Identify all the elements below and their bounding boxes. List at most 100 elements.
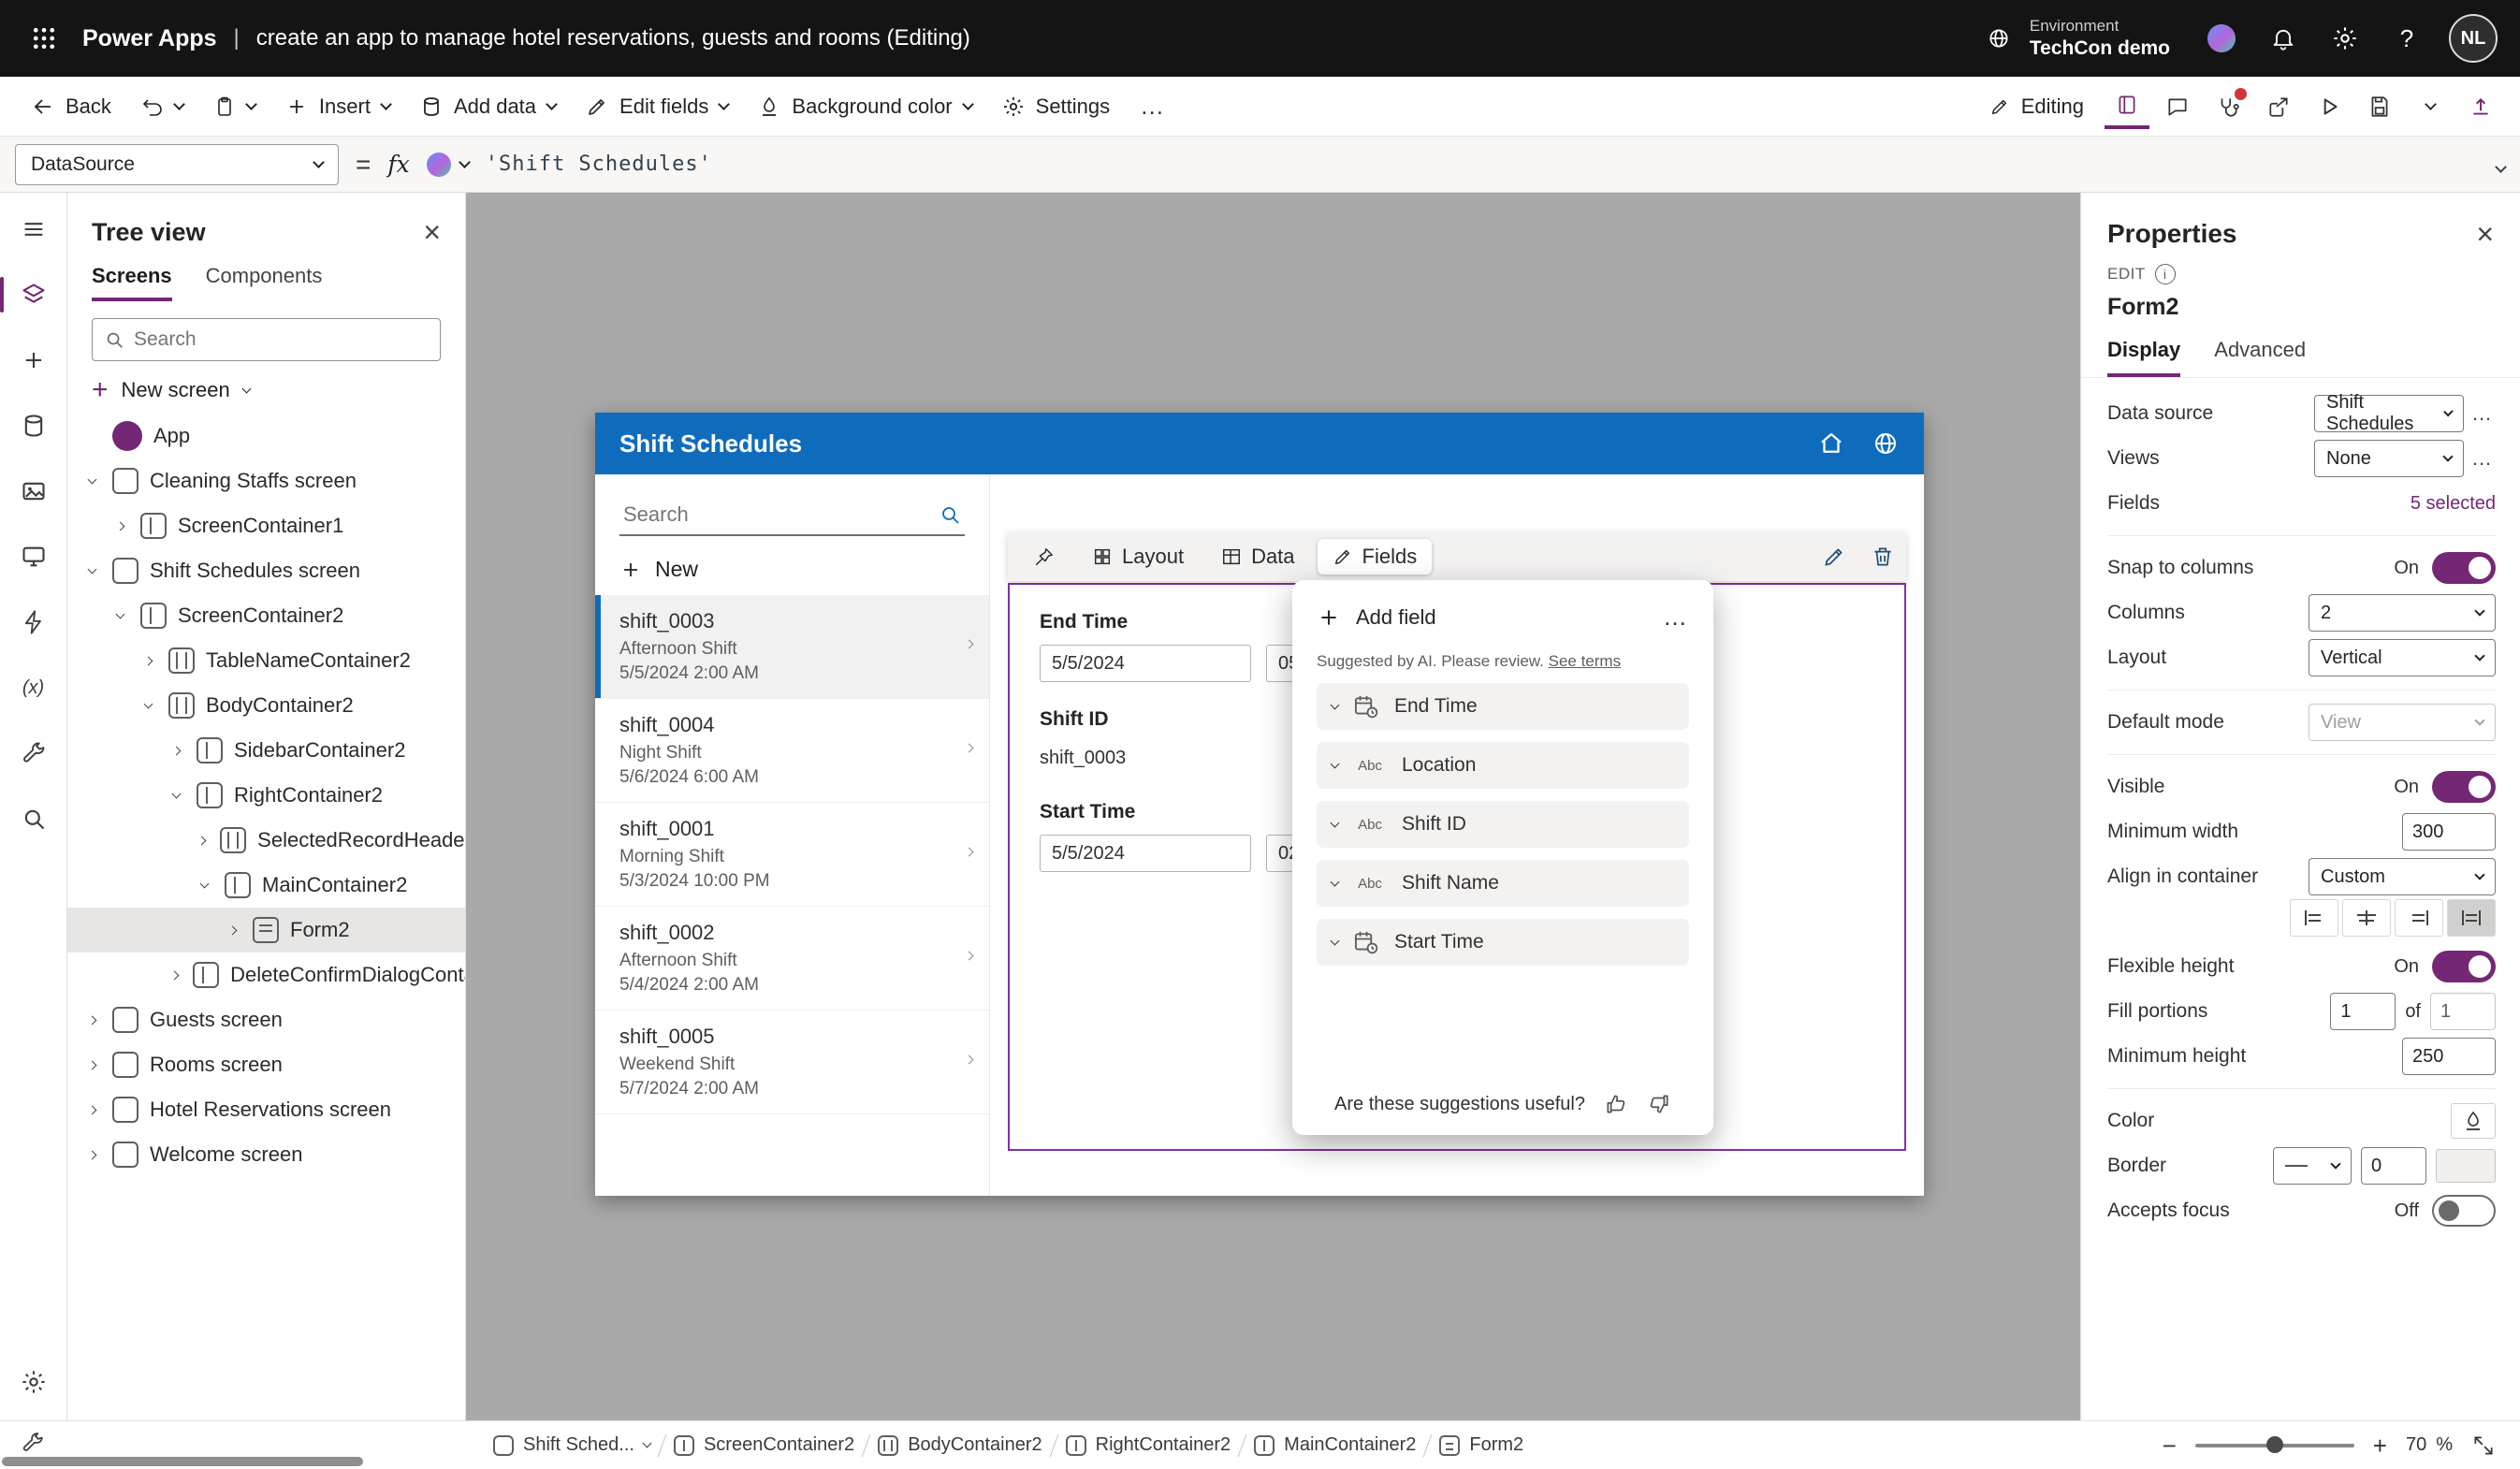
see-terms-link[interactable]: See terms <box>1549 652 1621 670</box>
align-start-button[interactable] <box>2290 899 2338 937</box>
tree-search-box[interactable] <box>92 318 441 361</box>
rail-media-icon[interactable] <box>0 458 67 524</box>
new-record-button[interactable]: New <box>595 540 989 595</box>
zoom-slider-handle[interactable] <box>2266 1436 2283 1453</box>
tree-item-app[interactable]: App <box>67 414 465 458</box>
rail-data-icon[interactable] <box>0 393 67 458</box>
tab-display[interactable]: Display <box>2107 338 2180 377</box>
minimum-width-input[interactable] <box>2402 813 2496 851</box>
flexible-height-toggle[interactable] <box>2432 951 2496 982</box>
edit-record-pencil-icon[interactable] <box>1822 545 1846 569</box>
accepts-focus-toggle[interactable] <box>2432 1195 2496 1227</box>
start-time-date-input[interactable]: 5/5/2024 <box>1040 835 1251 872</box>
list-item[interactable]: shift_0004 Night Shift 5/6/2024 6:00 AM <box>595 699 989 803</box>
minimum-height-input[interactable] <box>2402 1038 2496 1075</box>
rail-insert-icon[interactable] <box>0 327 67 393</box>
rail-tree-view-icon[interactable] <box>0 262 67 327</box>
end-time-date-input[interactable]: 5/5/2024 <box>1040 645 1251 682</box>
chevron-down-icon[interactable] <box>1331 877 1340 886</box>
notifications-bell-icon[interactable] <box>2264 19 2303 58</box>
tab-advanced[interactable]: Advanced <box>2214 338 2306 377</box>
align-in-container-dropdown[interactable]: Custom <box>2309 858 2496 895</box>
data-source-dropdown[interactable]: Shift Schedules <box>2314 395 2464 432</box>
align-center-button[interactable] <box>2342 899 2391 937</box>
tools-icon[interactable] <box>21 1431 45 1455</box>
delete-record-trash-icon[interactable] <box>1871 545 1895 569</box>
formula-input[interactable]: 'Shift Schedules' <box>486 153 712 176</box>
rail-search-icon[interactable] <box>0 786 67 851</box>
list-item[interactable]: shift_0001 Morning Shift 5/3/2024 10:00 … <box>595 803 989 907</box>
border-style-dropdown[interactable] <box>2273 1147 2352 1185</box>
chevron-down-icon[interactable] <box>199 879 209 888</box>
home-icon[interactable] <box>1817 429 1845 458</box>
chevron-right-icon[interactable] <box>143 656 153 665</box>
breadcrumb-form[interactable]: Form2 <box>1428 1434 1535 1456</box>
tree-item-container[interactable]: RightContainer2 <box>67 773 465 818</box>
records-search-box[interactable] <box>619 495 965 536</box>
border-width-input[interactable] <box>2361 1147 2426 1185</box>
globe-icon[interactable] <box>1872 429 1900 458</box>
tree-item-container[interactable]: MainContainer2 <box>67 863 465 908</box>
chevron-down-icon[interactable] <box>115 609 124 618</box>
tab-components[interactable]: Components <box>206 264 323 301</box>
chevron-down-icon[interactable] <box>1331 818 1340 827</box>
new-screen-button[interactable]: + New screen <box>67 369 465 414</box>
tree-item-form2-selected[interactable]: Form2 <box>67 908 465 953</box>
app-name[interactable]: Power Apps <box>82 25 217 52</box>
add-data-button[interactable]: Add data <box>405 84 571 129</box>
app-header[interactable]: Shift Schedules <box>595 413 1924 474</box>
chevron-right-icon[interactable] <box>87 1060 96 1069</box>
paste-button[interactable] <box>198 84 270 129</box>
comments-icon[interactable] <box>2155 84 2200 129</box>
views-more-button[interactable]: … <box>2468 446 2496 471</box>
tree-close-icon[interactable]: × <box>423 217 441 247</box>
formula-expand-chevron-icon[interactable] <box>2497 153 2505 177</box>
tree-item-container[interactable]: TableNameContainer2 <box>67 638 465 683</box>
chevron-right-icon[interactable] <box>169 970 179 980</box>
chevron-down-icon[interactable] <box>1331 759 1340 768</box>
tree-item-screen[interactable]: Rooms screen <box>67 1042 465 1087</box>
tree-item-screen[interactable]: Cleaning Staffs screen <box>67 458 465 503</box>
app-preview[interactable]: Shift Schedules New <box>595 413 1924 1196</box>
chevron-right-icon[interactable] <box>197 836 207 845</box>
copilot-icon[interactable] <box>2202 19 2241 58</box>
chevron-right-icon[interactable] <box>87 1150 96 1159</box>
tree-item-container[interactable]: SelectedRecordHeaderContai <box>67 818 465 863</box>
list-item[interactable]: shift_0005 Weekend Shift 5/7/2024 2:00 A… <box>595 1011 989 1114</box>
tree-search-input[interactable] <box>134 328 429 351</box>
add-field-button[interactable]: Add field … <box>1317 603 1689 632</box>
properties-close-icon[interactable]: × <box>2476 219 2494 249</box>
pin-icon[interactable] <box>1019 541 1070 573</box>
tree-item-screen[interactable]: Guests screen <box>67 997 465 1042</box>
suggested-field-row[interactable]: Abc Shift Name <box>1317 860 1689 907</box>
chevron-down-icon[interactable] <box>87 564 96 574</box>
layout-dropdown[interactable]: Vertical <box>2309 639 2496 676</box>
property-selector-dropdown[interactable]: DataSource <box>15 144 339 185</box>
breadcrumb-container[interactable]: BodyContainer2 <box>867 1434 1053 1456</box>
fill-portions-input[interactable] <box>2330 993 2396 1030</box>
data-tab[interactable]: Data <box>1206 539 1309 575</box>
chevron-down-icon[interactable] <box>171 789 181 798</box>
rail-menu-icon[interactable] <box>0 196 67 262</box>
flyout-overflow-button[interactable]: … <box>1663 603 1689 632</box>
breadcrumb-container[interactable]: ScreenContainer2 <box>663 1434 866 1456</box>
back-button[interactable]: Back <box>17 84 126 129</box>
tree-item-screen[interactable]: Shift Schedules screen <box>67 548 465 593</box>
fields-selected-link[interactable]: 5 selected <box>2411 493 2496 515</box>
horizontal-scrollbar[interactable] <box>2 1457 363 1466</box>
avatar[interactable]: NL <box>2449 14 2498 63</box>
edit-fields-button[interactable]: Edit fields <box>571 84 743 129</box>
waffle-menu-icon[interactable] <box>22 17 66 60</box>
breadcrumb-container[interactable]: MainContainer2 <box>1243 1434 1427 1456</box>
chevron-down-icon[interactable] <box>643 1439 652 1448</box>
suggested-field-row[interactable]: Abc Shift ID <box>1317 801 1689 848</box>
rail-screens-icon[interactable] <box>0 524 67 589</box>
color-picker-button[interactable] <box>2451 1103 2496 1139</box>
thumbs-up-icon[interactable] <box>1604 1092 1628 1116</box>
zoom-in-button[interactable]: + <box>2373 1433 2387 1458</box>
rail-power-automate-icon[interactable] <box>0 589 67 655</box>
breadcrumb-screen[interactable]: Shift Sched... <box>482 1434 662 1456</box>
chevron-down-icon[interactable] <box>87 474 96 484</box>
share-icon[interactable] <box>2256 84 2301 129</box>
align-stretch-button[interactable] <box>2447 899 2496 937</box>
